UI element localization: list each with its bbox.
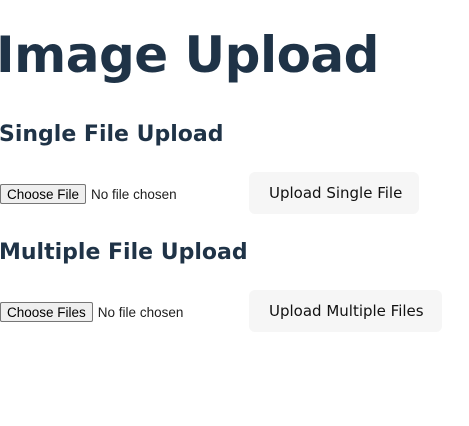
upload-multiple-button[interactable]: Upload Multiple Files [249,290,442,332]
page-title: Image Upload [0,26,379,84]
single-file-input[interactable]: Choose File No file chosen [0,184,177,204]
multiple-files-input[interactable]: Choose Files No file chosen [0,302,183,322]
single-file-status: No file chosen [91,186,177,202]
single-upload-heading: Single File Upload [0,122,224,147]
multiple-upload-heading: Multiple File Upload [0,240,248,265]
choose-file-button[interactable]: Choose File [0,184,87,204]
choose-files-button[interactable]: Choose Files [0,302,93,322]
image-upload-page: Image Upload Single File Upload Choose F… [0,0,469,426]
upload-single-button[interactable]: Upload Single File [249,172,419,214]
multiple-files-status: No file chosen [97,304,184,320]
